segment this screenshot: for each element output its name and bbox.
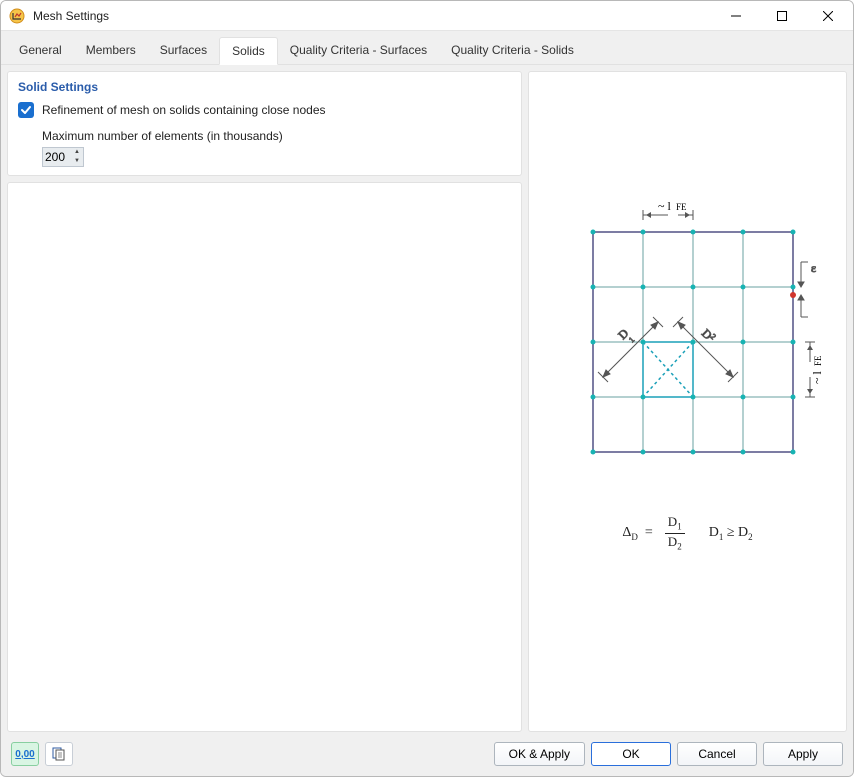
tab-quality-surfaces[interactable]: Quality Criteria - Surfaces xyxy=(278,37,439,65)
diagram-lfe-sub-top: FE xyxy=(676,202,687,212)
tab-quality-solids[interactable]: Quality Criteria - Solids xyxy=(439,37,586,65)
notes-button[interactable] xyxy=(45,742,73,766)
tab-bar: General Members Surfaces Solids Quality … xyxy=(1,31,853,65)
preview-card: ~ l FE xyxy=(528,71,847,732)
max-elements-label: Maximum number of elements (in thousands… xyxy=(42,129,511,143)
diagram-close-node xyxy=(790,292,796,298)
dialog-footer: 0,00 OK & Apply OK Cancel Apply xyxy=(1,732,853,776)
preview-column: ~ l FE xyxy=(528,71,847,732)
tab-solids[interactable]: Solids xyxy=(219,37,278,65)
spinner-down-button[interactable]: ▼ xyxy=(71,157,83,166)
diagram-epsilon: ε xyxy=(811,261,816,275)
mesh-settings-window: Mesh Settings General Members Surfaces S… xyxy=(0,0,854,777)
titlebar: Mesh Settings xyxy=(1,1,853,31)
app-icon xyxy=(9,8,25,24)
ok-button[interactable]: OK xyxy=(591,742,671,766)
spinner-arrows: ▲ ▼ xyxy=(71,148,83,166)
tab-surfaces[interactable]: Surfaces xyxy=(148,37,219,65)
max-elements-input[interactable] xyxy=(43,148,71,166)
window-title: Mesh Settings xyxy=(33,9,109,23)
tab-members[interactable]: Members xyxy=(74,37,148,65)
content-area: Solid Settings Refinement of mesh on sol… xyxy=(1,65,853,732)
units-button[interactable]: 0,00 xyxy=(11,742,39,766)
minimize-button[interactable] xyxy=(713,1,759,31)
apply-button[interactable]: Apply xyxy=(763,742,843,766)
refinement-option-row: Refinement of mesh on solids containing … xyxy=(18,102,511,119)
formula-delta: ΔD = xyxy=(622,525,652,542)
tab-general[interactable]: General xyxy=(7,37,74,65)
solid-settings-card: Solid Settings Refinement of mesh on sol… xyxy=(7,71,522,176)
diagram-lfe-sub-right: FE xyxy=(813,355,823,366)
cancel-button[interactable]: Cancel xyxy=(677,742,757,766)
formula-row: ΔD = D1 D2 D1 ≥ D2 xyxy=(622,515,752,551)
settings-filler-card xyxy=(7,182,522,732)
ok-apply-button[interactable]: OK & Apply xyxy=(494,742,585,766)
settings-column: Solid Settings Refinement of mesh on sol… xyxy=(7,71,522,732)
section-title: Solid Settings xyxy=(18,80,511,94)
formula-condition: D1 ≥ D2 xyxy=(709,525,753,542)
max-elements-spinner[interactable]: ▲ ▼ xyxy=(42,147,84,167)
maximize-button[interactable] xyxy=(759,1,805,31)
refinement-checkbox-label: Refinement of mesh on solids containing … xyxy=(42,102,326,119)
window-controls xyxy=(713,1,851,31)
refinement-checkbox[interactable] xyxy=(18,102,34,118)
diagram-lfe-right: ~ l xyxy=(810,371,824,384)
svg-text:1: 1 xyxy=(627,335,636,344)
spinner-up-button[interactable]: ▲ xyxy=(71,148,83,157)
diagram-lfe-top: ~ l xyxy=(658,202,671,213)
close-button[interactable] xyxy=(805,1,851,31)
mesh-diagram: ~ l FE xyxy=(583,202,793,485)
formula-fraction: D1 D2 xyxy=(665,515,685,551)
